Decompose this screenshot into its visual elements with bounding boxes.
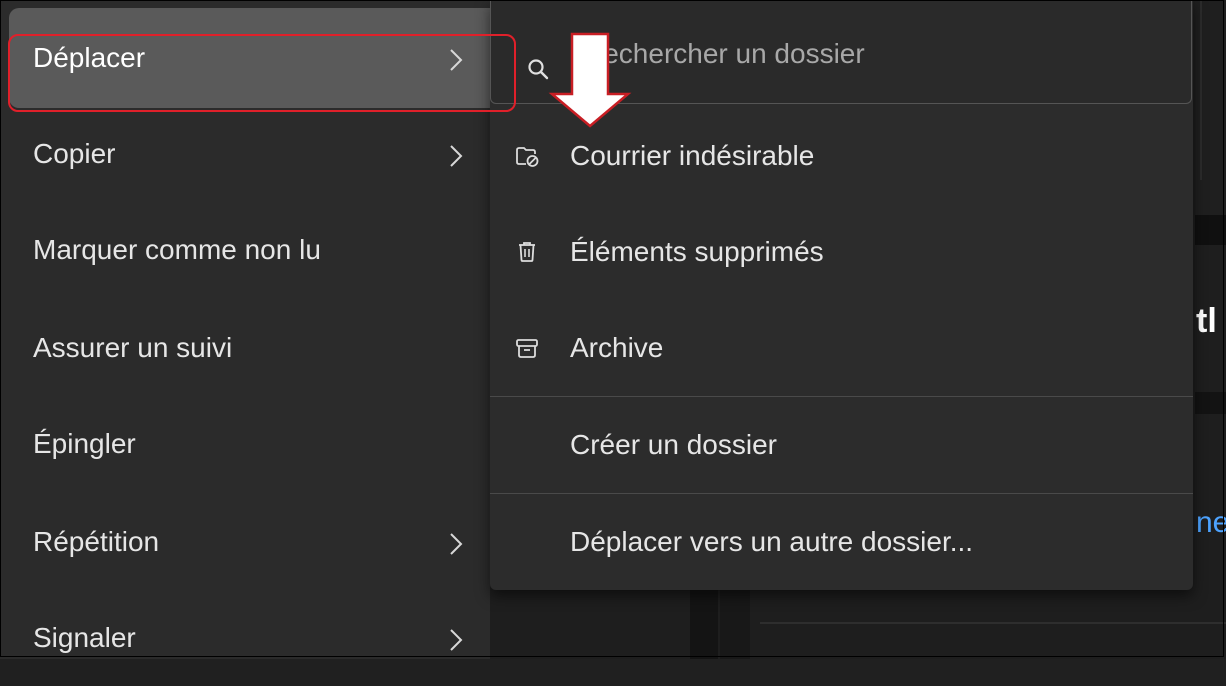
folder-item-deleted[interactable]: Éléments supprimés bbox=[490, 204, 1193, 300]
chevron-right-icon bbox=[449, 533, 463, 555]
background-column bbox=[690, 590, 718, 659]
move-to-other-folder-item[interactable]: Déplacer vers un autre dossier... bbox=[490, 494, 1193, 590]
menu-item-label: Répétition bbox=[33, 526, 160, 557]
menu-item-label: Signaler bbox=[33, 622, 136, 653]
menu-item-label: Copier bbox=[33, 138, 116, 169]
move-to-other-folder-label: Déplacer vers un autre dossier... bbox=[570, 526, 974, 557]
folder-item-label: Éléments supprimés bbox=[570, 236, 824, 267]
background-link-fragment[interactable]: ne bbox=[1196, 506, 1226, 540]
menu-item-snooze[interactable]: Répétition bbox=[9, 494, 487, 590]
annotation-arrow-icon bbox=[548, 32, 632, 128]
archive-icon bbox=[514, 335, 540, 361]
chevron-right-icon bbox=[449, 629, 463, 651]
folder-item-archive[interactable]: Archive bbox=[490, 300, 1193, 396]
background-band bbox=[1195, 215, 1226, 245]
background-band bbox=[1195, 392, 1226, 414]
menu-item-label: Épingler bbox=[33, 428, 136, 459]
junk-folder-icon bbox=[514, 143, 540, 169]
background-column bbox=[720, 590, 750, 659]
search-icon bbox=[527, 58, 549, 80]
background-heading-fragment: tl bbox=[1196, 302, 1217, 340]
menu-item-mark-unread[interactable]: Marquer comme non lu bbox=[9, 202, 487, 298]
chevron-right-icon bbox=[449, 145, 463, 167]
annotation-highlight-box bbox=[8, 34, 516, 112]
menu-item-report[interactable]: Signaler bbox=[9, 590, 487, 686]
create-folder-item[interactable]: Créer un dossier bbox=[490, 397, 1193, 493]
menu-item-pin[interactable]: Épingler bbox=[9, 396, 487, 492]
menu-item-label: Marquer comme non lu bbox=[33, 234, 321, 265]
menu-item-follow-up[interactable]: Assurer un suivi bbox=[9, 300, 487, 396]
background-divider bbox=[1200, 0, 1202, 180]
create-folder-label: Créer un dossier bbox=[570, 429, 777, 460]
folder-item-label: Courrier indésirable bbox=[570, 140, 815, 171]
trash-icon bbox=[514, 239, 540, 265]
folder-item-label: Archive bbox=[570, 332, 664, 363]
menu-item-copy[interactable]: Copier bbox=[9, 106, 487, 202]
menu-item-label: Assurer un suivi bbox=[33, 332, 233, 363]
background-divider bbox=[760, 622, 1226, 624]
